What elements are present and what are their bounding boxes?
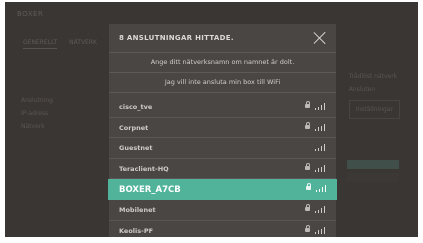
wifi-signal-icon xyxy=(315,144,326,152)
background-tab-general: GENERELLT xyxy=(23,39,58,49)
network-item[interactable]: cisco_tve xyxy=(109,97,336,118)
wifi-signal-icon xyxy=(315,226,326,234)
network-name: BOXER_A7CB xyxy=(119,184,181,195)
background-tab-network: NÄTVERK xyxy=(69,39,97,46)
close-icon[interactable] xyxy=(313,31,327,45)
background-header: BOXER xyxy=(17,10,44,18)
network-name: Keolis-PF xyxy=(119,226,154,235)
network-item-selected[interactable]: BOXER_A7CB xyxy=(108,179,337,201)
lock-icon xyxy=(305,162,310,170)
wifi-signal-icon xyxy=(315,103,326,110)
network-item[interactable]: Teraclient-HQ xyxy=(109,159,336,180)
network-name: Mobilenet xyxy=(119,206,156,215)
background-tabs: GENERELLT NÄTVERK xyxy=(23,39,107,49)
skip-wifi-label: Jag vill inte ansluta min box till WiFi xyxy=(164,78,281,86)
background-right-panel: Trådlöst nätverk Ansluten Inställningar xyxy=(348,70,400,119)
background-right-line: Trådlöst nätverk xyxy=(348,73,398,80)
tv-screen: BOXER GENERELLT NÄTVERK Anslutning IP-ad… xyxy=(5,2,418,237)
background-lines: Anslutning IP-adress Nätverk xyxy=(21,94,53,133)
background-right-line: Ansluten xyxy=(348,86,376,93)
wifi-connections-dialog: 8 ANSLUTNINGAR HITTADE. Ange ditt nätver… xyxy=(108,24,337,237)
lock-icon xyxy=(305,101,310,108)
lock-icon xyxy=(305,224,310,232)
network-item[interactable]: Guestnet xyxy=(109,138,336,159)
network-item[interactable]: Corpnet xyxy=(109,118,336,139)
network-item[interactable]: Mobilenet xyxy=(109,200,336,221)
skip-wifi-button[interactable]: Jag vill inte ansluta min box till WiFi xyxy=(109,73,336,93)
wifi-signal-icon xyxy=(315,123,326,131)
wifi-signal-icon xyxy=(315,206,326,214)
wifi-signal-icon xyxy=(315,164,326,172)
background-button xyxy=(347,160,399,169)
lock-icon xyxy=(306,183,311,191)
enter-hidden-network-button[interactable]: Ange ditt nätverksnamn om namnet är dolt… xyxy=(109,53,336,73)
lock-icon xyxy=(305,204,310,212)
dialog-header: 8 ANSLUTNINGAR HITTADE. xyxy=(109,24,336,53)
background-right-box: Inställningar xyxy=(348,100,400,119)
background-line: Anslutning xyxy=(21,97,53,104)
network-item[interactable]: Keolis-PF xyxy=(109,221,336,237)
background-button-secondary xyxy=(347,173,399,182)
enter-hidden-network-label: Ange ditt nätverksnamn om namnet är dolt… xyxy=(150,58,295,66)
background-line: IP-adress xyxy=(21,110,49,117)
network-name: Guestnet xyxy=(119,144,153,153)
wifi-signal-icon xyxy=(316,185,327,193)
network-name: Teraclient-HQ xyxy=(119,164,169,173)
lock-icon xyxy=(305,121,310,129)
network-list: cisco_tve Corpnet Guestnet Teraclient-HQ… xyxy=(108,97,337,237)
network-name: cisco_tve xyxy=(119,103,153,111)
background-line: Nätverk xyxy=(21,123,45,130)
network-name: Corpnet xyxy=(119,123,149,132)
dialog-title: 8 ANSLUTNINGAR HITTADE. xyxy=(119,34,234,42)
